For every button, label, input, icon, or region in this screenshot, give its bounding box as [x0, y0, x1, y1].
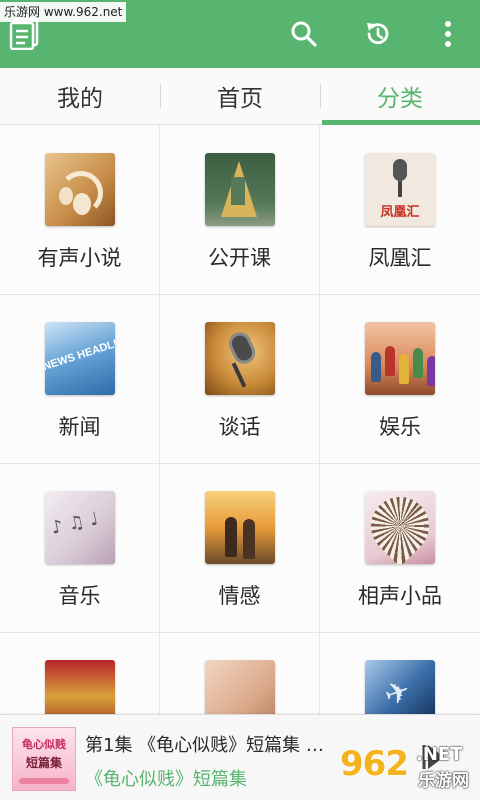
album-name[interactable]: 《龟心似贱》短篇集 — [85, 765, 247, 791]
watermark-brand: 962 — [340, 744, 409, 784]
episode-title[interactable]: 第1集 《龟心似贱》短篇集 爱的... — [85, 731, 335, 757]
fan-thumb — [365, 491, 435, 564]
more-vert-icon — [445, 21, 451, 47]
watermark-bottom: 962 .NET 乐游网 — [340, 738, 478, 798]
history-icon — [367, 23, 389, 45]
category-label: 公开课 — [208, 246, 271, 270]
history-button[interactable] — [362, 18, 394, 50]
category-label: 娱乐 — [379, 415, 421, 439]
watermark-sub: 乐游网 — [418, 771, 469, 791]
tab-home[interactable]: 首页 — [160, 68, 320, 124]
news-thumb — [44, 322, 115, 395]
entertainment-thumb — [365, 322, 435, 395]
category-label: 凤凰汇 — [368, 246, 432, 270]
category-label: 情感 — [218, 584, 261, 608]
music-sheet-thumb — [44, 491, 115, 564]
category-label: 有声小说 — [37, 246, 122, 270]
watermark-net: .NET — [416, 744, 463, 765]
category-emotion[interactable]: 情感 — [160, 464, 320, 633]
search-button[interactable] — [288, 18, 320, 50]
category-news[interactable]: 新闻 — [0, 295, 160, 464]
category-music[interactable]: 音乐 — [0, 464, 160, 633]
category-label: 相声小品 — [358, 584, 442, 608]
category-talk[interactable]: 谈话 — [160, 295, 320, 464]
category-audio-novel[interactable]: 有声小说 — [0, 126, 160, 295]
category-label: 新闻 — [58, 415, 101, 439]
more-options-button[interactable] — [432, 18, 464, 50]
microphone-thumb — [204, 322, 275, 395]
album-cover[interactable]: 龟心似贱 短篇集 — [12, 727, 76, 791]
list-logo-icon[interactable] — [9, 18, 39, 50]
category-grid: 有声小说 公开课 凤凰汇 凤凰汇 新闻 谈话 娱乐 音乐 — [0, 126, 480, 800]
phoenix-thumb: 凤凰汇 — [365, 153, 435, 226]
phoenix-brand-text: 凤凰汇 — [380, 205, 420, 220]
category-crosstalk[interactable]: 相声小品 — [320, 464, 480, 633]
cover-title: 龟心似贱 — [22, 738, 66, 751]
search-icon — [291, 21, 317, 47]
top-tabs: 我的 首页 分类 — [0, 68, 480, 125]
app-screen: 乐游网 www.962.net 我的 首页 分类 有声小说 公开课 凤凰汇 凤凰… — [0, 0, 480, 800]
watermark-top: 乐游网 www.962.net — [0, 2, 127, 22]
tab-category[interactable]: 分类 — [320, 68, 480, 125]
cover-subtitle: 短篇集 — [25, 756, 62, 770]
category-label: 谈话 — [218, 415, 261, 439]
category-label: 音乐 — [58, 584, 101, 608]
headphones-thumb — [44, 153, 115, 226]
tab-mine[interactable]: 我的 — [0, 68, 160, 124]
couple-thumb — [204, 491, 275, 564]
category-entertainment[interactable]: 娱乐 — [320, 295, 480, 464]
category-phoenix[interactable]: 凤凰汇 凤凰汇 — [320, 126, 480, 295]
ruler-thumb — [204, 153, 275, 226]
category-open-course[interactable]: 公开课 — [160, 126, 320, 295]
